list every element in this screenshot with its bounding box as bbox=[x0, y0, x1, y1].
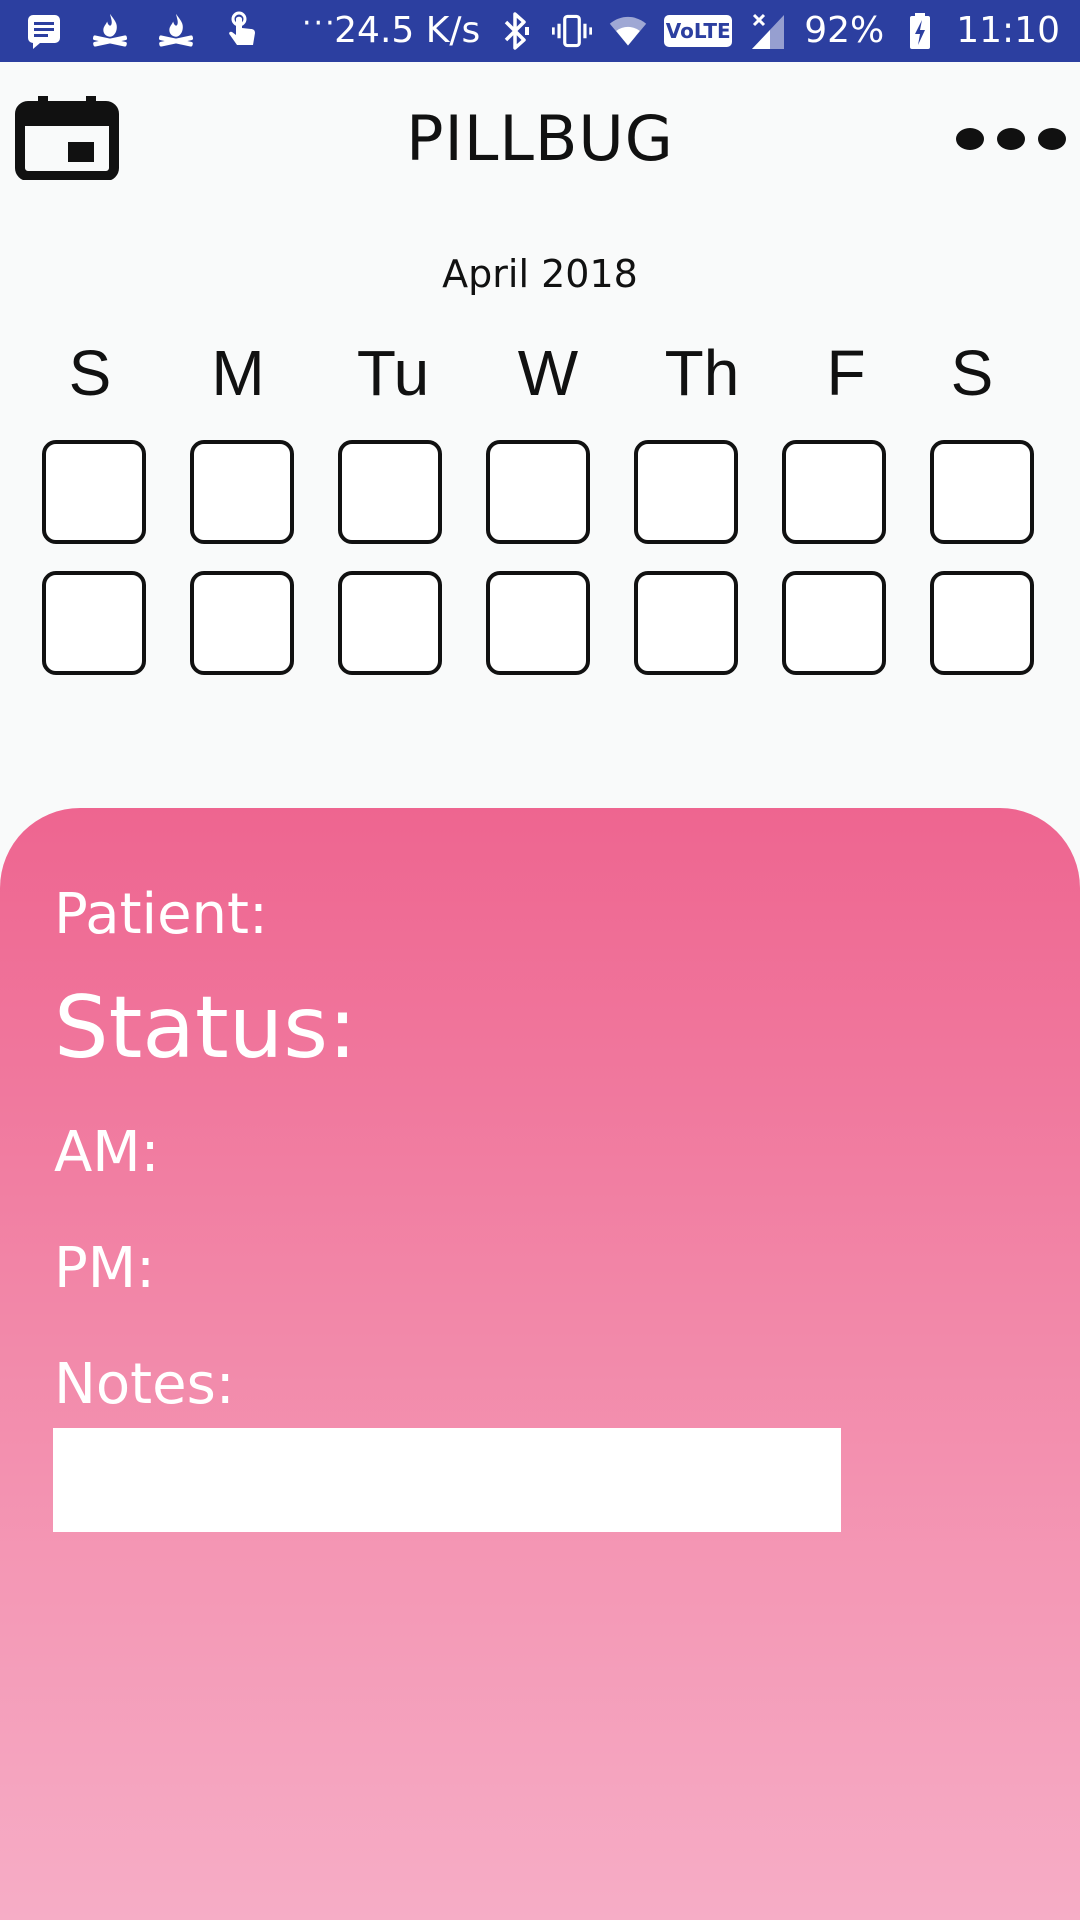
notes-input[interactable] bbox=[53, 1428, 841, 1532]
weekday-header: S M Tu W Th F S bbox=[38, 336, 1048, 416]
more-options-icon bbox=[956, 128, 984, 150]
day-cell[interactable] bbox=[782, 440, 886, 544]
vibrate-icon bbox=[552, 11, 593, 51]
month-label: April 2018 bbox=[442, 252, 638, 296]
day-cell[interactable] bbox=[42, 571, 146, 675]
day-cell[interactable] bbox=[634, 571, 738, 675]
day-cell[interactable] bbox=[634, 440, 738, 544]
network-speed: 24.5 K/s bbox=[334, 10, 481, 51]
more-options-button[interactable] bbox=[956, 124, 1066, 154]
day-cell[interactable] bbox=[782, 571, 886, 675]
weekday-label: Th bbox=[664, 337, 740, 409]
pm-label: PM: bbox=[54, 1236, 155, 1301]
day-cell[interactable] bbox=[190, 571, 294, 675]
day-cell[interactable] bbox=[930, 440, 1034, 544]
patient-label: Patient: bbox=[54, 882, 268, 947]
weekday-label: S bbox=[950, 337, 994, 409]
fire-icon bbox=[156, 11, 196, 51]
clock: 11:10 bbox=[956, 10, 1060, 51]
details-panel: Patient: Status: AM: PM: Notes: bbox=[0, 808, 1080, 1920]
day-cell[interactable] bbox=[338, 571, 442, 675]
day-cell[interactable] bbox=[42, 440, 146, 544]
weekday-label: M bbox=[211, 337, 265, 409]
status-bar-notifications: ··· bbox=[24, 6, 337, 52]
more-options-icon bbox=[1038, 128, 1066, 150]
more-options-icon bbox=[997, 128, 1025, 150]
weekday-label: F bbox=[826, 337, 866, 409]
status-bar: ··· 24.5 K/s VoLTE 92% 11:10 bbox=[0, 0, 1080, 62]
battery-percent: 92% bbox=[804, 10, 885, 51]
volte-icon: VoLTE bbox=[664, 15, 733, 47]
day-cell[interactable] bbox=[190, 440, 294, 544]
fire-icon bbox=[90, 11, 130, 51]
message-icon bbox=[24, 11, 64, 51]
day-cell[interactable] bbox=[338, 440, 442, 544]
signal-icon bbox=[748, 11, 788, 51]
app-title: PILLBUG bbox=[406, 102, 674, 175]
bluetooth-icon bbox=[496, 11, 536, 51]
status-label: Status: bbox=[54, 978, 358, 1078]
weekday-label: Tu bbox=[356, 337, 430, 409]
battery-charging-icon bbox=[900, 11, 940, 51]
more-notifications: ··· bbox=[302, 6, 337, 41]
status-bar-system: 24.5 K/s VoLTE 92% 11:10 bbox=[334, 10, 1060, 52]
notes-label: Notes: bbox=[54, 1352, 235, 1417]
am-label: AM: bbox=[54, 1120, 160, 1185]
touch-icon bbox=[222, 11, 262, 51]
app-bar: PILLBUG bbox=[0, 62, 1080, 212]
day-cell[interactable] bbox=[930, 571, 1034, 675]
day-cell[interactable] bbox=[486, 571, 590, 675]
weekday-label: S bbox=[68, 337, 112, 409]
day-cell[interactable] bbox=[486, 440, 590, 544]
weekday-label: W bbox=[517, 337, 579, 409]
wifi-icon bbox=[608, 11, 648, 51]
